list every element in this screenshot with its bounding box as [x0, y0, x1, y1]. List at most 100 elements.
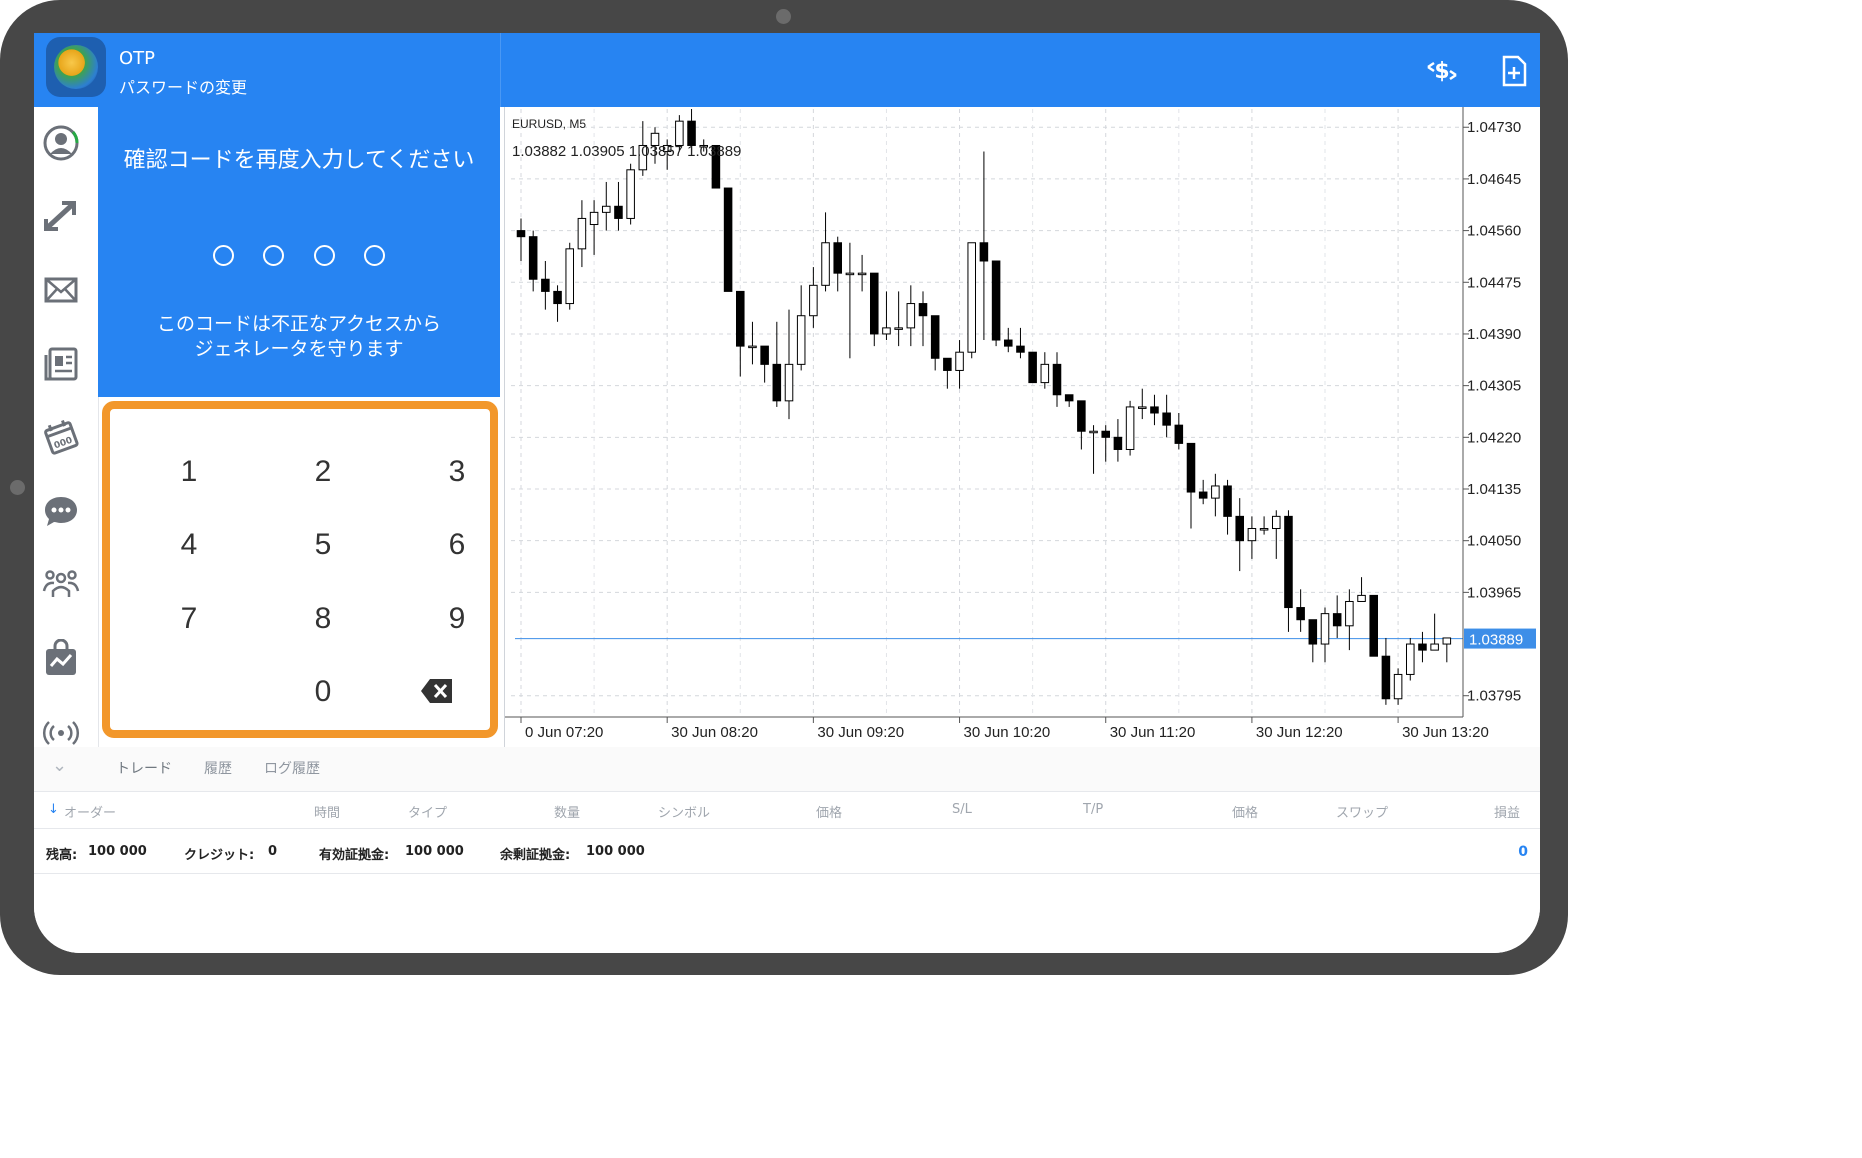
candle-body: [882, 327, 891, 335]
candle-body: [991, 260, 1001, 341]
new-order-icon[interactable]: [1496, 53, 1532, 89]
tab-log-history[interactable]: ログ履歴: [264, 758, 320, 778]
key-7[interactable]: 7: [139, 591, 239, 647]
column-tp[interactable]: T/P: [1083, 802, 1103, 817]
candle-body: [1003, 339, 1013, 347]
candle-body: [821, 242, 830, 286]
account-icon[interactable]: [42, 124, 80, 162]
community-icon[interactable]: [42, 565, 80, 603]
candle-body: [1284, 515, 1293, 609]
column-symbol[interactable]: シンボル: [658, 802, 710, 821]
dollar-exchange-icon[interactable]: $: [1424, 53, 1460, 89]
otp-description: このコードは不正なアクセスから ジェネレータを守ります: [156, 313, 442, 360]
key-3[interactable]: 3: [407, 444, 507, 500]
column-price[interactable]: 価格: [816, 802, 842, 821]
backspace-icon[interactable]: [420, 677, 454, 705]
candle-body: [760, 345, 769, 365]
candle-body: [1345, 600, 1354, 627]
candle-body: [857, 272, 867, 276]
candle-body: [1332, 613, 1342, 627]
page-title: OTP: [119, 48, 156, 69]
column-volume[interactable]: 数量: [554, 802, 580, 821]
candlestick-chart[interactable]: 1.04730 1.04645 1.04560 1.04475 1.04390 1.043…: [505, 107, 1540, 747]
candle-body: [1077, 400, 1086, 432]
price-chart[interactable]: 1.04730 1.04645 1.04560 1.04475 1.04390 1.043…: [504, 107, 1540, 747]
signal-icon[interactable]: [42, 713, 80, 751]
key-2[interactable]: 2: [273, 444, 373, 500]
tab-history[interactable]: 履歴: [204, 758, 232, 778]
key-1[interactable]: 1: [139, 444, 239, 500]
candle-body: [1308, 619, 1318, 645]
news-icon[interactable]: [42, 345, 80, 383]
candle-body: [601, 205, 611, 213]
trade-icon[interactable]: [42, 197, 80, 235]
candle-body: [1405, 643, 1415, 675]
candle-body: [1235, 515, 1245, 542]
equity-value: 100 000: [405, 844, 464, 859]
y-tick-label: 1.04730: [1467, 119, 1521, 136]
candle-body: [918, 303, 928, 317]
candle-body: [1381, 655, 1391, 700]
candle-body: [955, 351, 964, 371]
table-header: ↓ オーダー 時間 タイプ 数量 シンボル 価格 S/L T/P 価格 スワップ…: [34, 792, 1540, 829]
chevron-down-icon[interactable]: ⌄: [52, 755, 67, 776]
candle-body: [541, 278, 550, 292]
candle-body: [589, 211, 599, 226]
column-profit[interactable]: 損益: [1494, 802, 1520, 821]
column-time[interactable]: 時間: [314, 802, 340, 821]
y-tick-label: 1.04050: [1467, 533, 1521, 550]
candle-body: [1393, 673, 1403, 700]
column-swap[interactable]: スワップ: [1336, 802, 1388, 821]
current-price-label: 1.03889: [1469, 632, 1523, 649]
candle-body: [772, 363, 782, 402]
market-icon[interactable]: [42, 639, 80, 677]
otp-digit-slot: [313, 245, 335, 266]
candle-body: [1162, 412, 1171, 426]
candle-body: [687, 120, 696, 146]
candle-body: [1259, 528, 1269, 531]
key-0[interactable]: 0: [273, 664, 373, 720]
key-9[interactable]: 9: [407, 591, 507, 647]
column-sl[interactable]: S/L: [952, 802, 972, 817]
terminal-tabs: ⌄ トレード 履歴 ログ履歴: [34, 747, 1540, 792]
key-4[interactable]: 4: [139, 517, 239, 573]
y-tick-label: 1.04475: [1467, 274, 1521, 291]
key-8[interactable]: 8: [273, 591, 373, 647]
candle-body: [1271, 515, 1281, 530]
candle-body: [1418, 643, 1427, 651]
candle-body: [1052, 363, 1062, 396]
x-tick-label: 30 Jun 12:20: [1256, 724, 1343, 741]
key-6[interactable]: 6: [407, 517, 507, 573]
key-5[interactable]: 5: [273, 517, 373, 573]
screen: OTP パスワードの変更 $ 000 確認コードを再度入力してください このコー…: [34, 33, 1540, 953]
y-tick-label: 1.04135: [1467, 481, 1521, 498]
free-margin-label: 余剰証拠金:: [500, 848, 571, 863]
candle-body: [626, 169, 635, 219]
otp-prompt: 確認コードを再度入力してください: [123, 148, 475, 173]
otp-panel: 確認コードを再度入力してください このコードは不正なアクセスから ジェネレータを…: [98, 107, 500, 397]
x-tick-label: 30 Jun 11:20: [1110, 724, 1196, 741]
candle-body: [845, 272, 855, 276]
total-profit-value: 0: [1518, 844, 1528, 860]
y-tick-label: 1.03965: [1467, 584, 1521, 601]
sort-arrow-icon[interactable]: ↓: [48, 802, 59, 817]
candle-body: [675, 120, 684, 146]
candle-body: [553, 290, 562, 305]
candle-body: [735, 290, 745, 347]
tab-trade[interactable]: トレード: [116, 758, 172, 778]
calendar-icon[interactable]: 000: [42, 418, 80, 456]
x-tick-label: 30 Jun 10:20: [964, 724, 1051, 741]
column-price-current[interactable]: 価格: [1232, 802, 1258, 821]
candle-body: [869, 272, 879, 335]
candle-body: [930, 315, 940, 359]
device-frame: OTP パスワードの変更 $ 000 確認コードを再度入力してください このコー…: [0, 0, 1568, 975]
mail-icon[interactable]: [42, 271, 80, 309]
balance-value: 100 000: [88, 844, 147, 859]
y-tick-label: 1.04305: [1467, 378, 1521, 395]
candle-body: [1016, 345, 1025, 353]
column-type[interactable]: タイプ: [408, 802, 447, 821]
app-logo-icon[interactable]: [46, 37, 106, 97]
balance-row: 残高: 100 000 クレジット: 0 有効証拠金: 100 000 余剰証拠…: [34, 829, 1540, 874]
chat-icon[interactable]: [42, 492, 80, 530]
column-order[interactable]: オーダー: [64, 802, 116, 821]
